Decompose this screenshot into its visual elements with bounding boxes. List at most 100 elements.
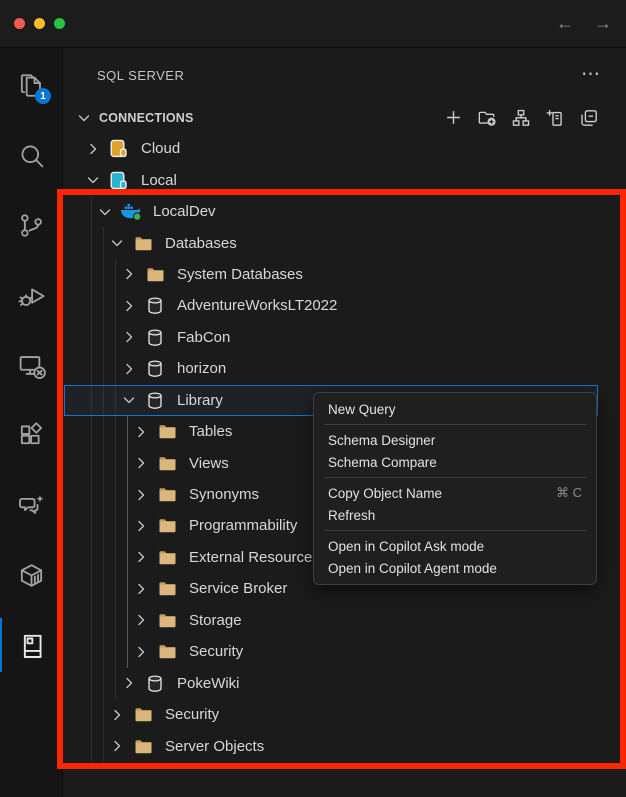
menu-item-copy-object-name[interactable]: Copy Object Name⌘ C <box>314 482 596 504</box>
chevron-right-icon[interactable] <box>121 329 141 345</box>
tree-item-label: Local <box>141 172 177 189</box>
tree-item-adventureworkslt2022[interactable]: AdventureWorksLT2022 <box>63 290 626 321</box>
folder-icon <box>153 643 181 660</box>
menu-separator <box>324 477 586 478</box>
activity-badge: 1 <box>35 88 51 104</box>
forward-arrow-icon[interactable]: → <box>594 13 612 34</box>
titlebar: ← → <box>0 0 626 48</box>
menu-item-schema-compare[interactable]: Schema Compare <box>314 451 596 473</box>
chevron-right-icon[interactable] <box>133 581 153 597</box>
tree-item-label: External Resources <box>189 549 320 566</box>
chevron-right-icon[interactable] <box>133 424 153 440</box>
add-connection-button[interactable] <box>442 107 464 129</box>
folder-icon <box>153 549 181 566</box>
database-icon <box>141 296 169 315</box>
tree-item-fabcon[interactable]: FabCon <box>63 322 626 353</box>
chevron-right-icon[interactable] <box>133 518 153 534</box>
chevron-right-icon[interactable] <box>133 487 153 503</box>
minimize-window-button[interactable] <box>34 18 45 29</box>
more-actions-icon[interactable]: ⋯ <box>581 70 600 80</box>
chevron-down-icon[interactable] <box>121 392 141 408</box>
collapse-all-button[interactable] <box>578 107 600 129</box>
menu-item-open-in-copilot-ask-mode[interactable]: Open in Copilot Ask mode <box>314 535 596 557</box>
menu-item-new-query[interactable]: New Query <box>314 398 596 420</box>
back-arrow-icon[interactable]: ← <box>556 13 574 34</box>
database-icon <box>141 674 169 693</box>
tree-item-horizon[interactable]: horizon <box>63 353 626 384</box>
activity-item-search[interactable] <box>0 120 62 190</box>
tree-item-label: Views <box>189 455 229 472</box>
menu-item-label: Open in Copilot Agent mode <box>328 561 497 576</box>
activity-item-remote-explorer[interactable] <box>0 330 62 400</box>
tree-item-security[interactable]: Security <box>63 636 626 667</box>
tree-item-label: FabCon <box>177 329 230 346</box>
chevron-right-icon[interactable] <box>121 675 141 691</box>
activity-item-explorer[interactable]: 1 <box>0 50 62 120</box>
tree-item-label: PokeWiki <box>177 675 240 692</box>
menu-item-label: Schema Designer <box>328 433 435 448</box>
tree-item-label: Synonyms <box>189 486 259 503</box>
chevron-right-icon[interactable] <box>121 298 141 314</box>
chevron-down-icon[interactable] <box>76 110 96 126</box>
chevron-right-icon[interactable] <box>121 361 141 377</box>
tree-item-label: Security <box>189 643 243 660</box>
chevron-right-icon[interactable] <box>121 266 141 282</box>
zoom-window-button[interactable] <box>54 18 65 29</box>
chevron-right-icon[interactable] <box>133 612 153 628</box>
close-window-button[interactable] <box>14 18 25 29</box>
chevron-right-icon[interactable] <box>133 644 153 660</box>
menu-item-label: Copy Object Name <box>328 486 442 501</box>
panel-header: SQL SERVER ⋯ <box>63 48 626 102</box>
menu-item-open-in-copilot-agent-mode[interactable]: Open in Copilot Agent mode <box>314 557 596 579</box>
connect-hierarchy-button[interactable] <box>510 107 532 129</box>
menu-item-refresh[interactable]: Refresh <box>314 504 596 526</box>
folder-icon <box>153 486 181 503</box>
folder-icon <box>141 266 169 283</box>
copilot-chat-icon <box>17 491 46 520</box>
folder-icon <box>153 423 181 440</box>
tree-item-pokewiki[interactable]: PokeWiki <box>63 667 626 698</box>
chevron-down-icon[interactable] <box>109 235 129 251</box>
extensions-icon <box>17 421 46 450</box>
activity-item-copilot-chat[interactable] <box>0 470 62 540</box>
chevron-right-icon[interactable] <box>133 455 153 471</box>
tree-item-label: Storage <box>189 612 242 629</box>
group-cyan-icon <box>105 171 133 190</box>
new-connection-group-button[interactable] <box>476 107 498 129</box>
docker-icon <box>117 202 145 221</box>
tree-item-security[interactable]: Security <box>63 699 626 730</box>
chevron-right-icon[interactable] <box>109 707 129 723</box>
activity-item-containers[interactable] <box>0 540 62 610</box>
activity-item-sql-server[interactable] <box>0 610 62 680</box>
chevron-down-icon[interactable] <box>85 172 105 188</box>
remote-explorer-icon <box>17 351 46 380</box>
database-icon <box>141 328 169 347</box>
menu-item-schema-designer[interactable]: Schema Designer <box>314 429 596 451</box>
search-icon <box>17 141 46 170</box>
tree-item-label: Library <box>177 392 223 409</box>
connections-section-header[interactable]: CONNECTIONS <box>63 102 626 133</box>
menu-item-label: Open in Copilot Ask mode <box>328 539 484 554</box>
add-server-button[interactable] <box>544 107 566 129</box>
tree-item-label: horizon <box>177 360 226 377</box>
folder-icon <box>129 235 157 252</box>
tree-item-label: Programmability <box>189 517 297 534</box>
tree-item-storage[interactable]: Storage <box>63 605 626 636</box>
activity-bar: 1 <box>0 48 63 797</box>
menu-item-label: New Query <box>328 402 396 417</box>
tree-item-cloud[interactable]: Cloud <box>63 133 626 164</box>
tree-item-local[interactable]: Local <box>63 164 626 195</box>
tree-item-databases[interactable]: Databases <box>63 227 626 258</box>
chevron-right-icon[interactable] <box>133 549 153 565</box>
folder-icon <box>153 580 181 597</box>
chevron-right-icon[interactable] <box>85 141 105 157</box>
chevron-right-icon[interactable] <box>109 738 129 754</box>
activity-item-extensions[interactable] <box>0 400 62 470</box>
tree-item-server-objects[interactable]: Server Objects <box>63 730 626 761</box>
context-menu: New Query Schema Designer Schema Compare Co… <box>313 392 597 585</box>
tree-item-localdev[interactable]: LocalDev <box>63 196 626 227</box>
activity-item-source-control[interactable] <box>0 190 62 260</box>
activity-item-run-debug[interactable] <box>0 260 62 330</box>
tree-item-system-databases[interactable]: System Databases <box>63 259 626 290</box>
chevron-down-icon[interactable] <box>97 204 117 220</box>
